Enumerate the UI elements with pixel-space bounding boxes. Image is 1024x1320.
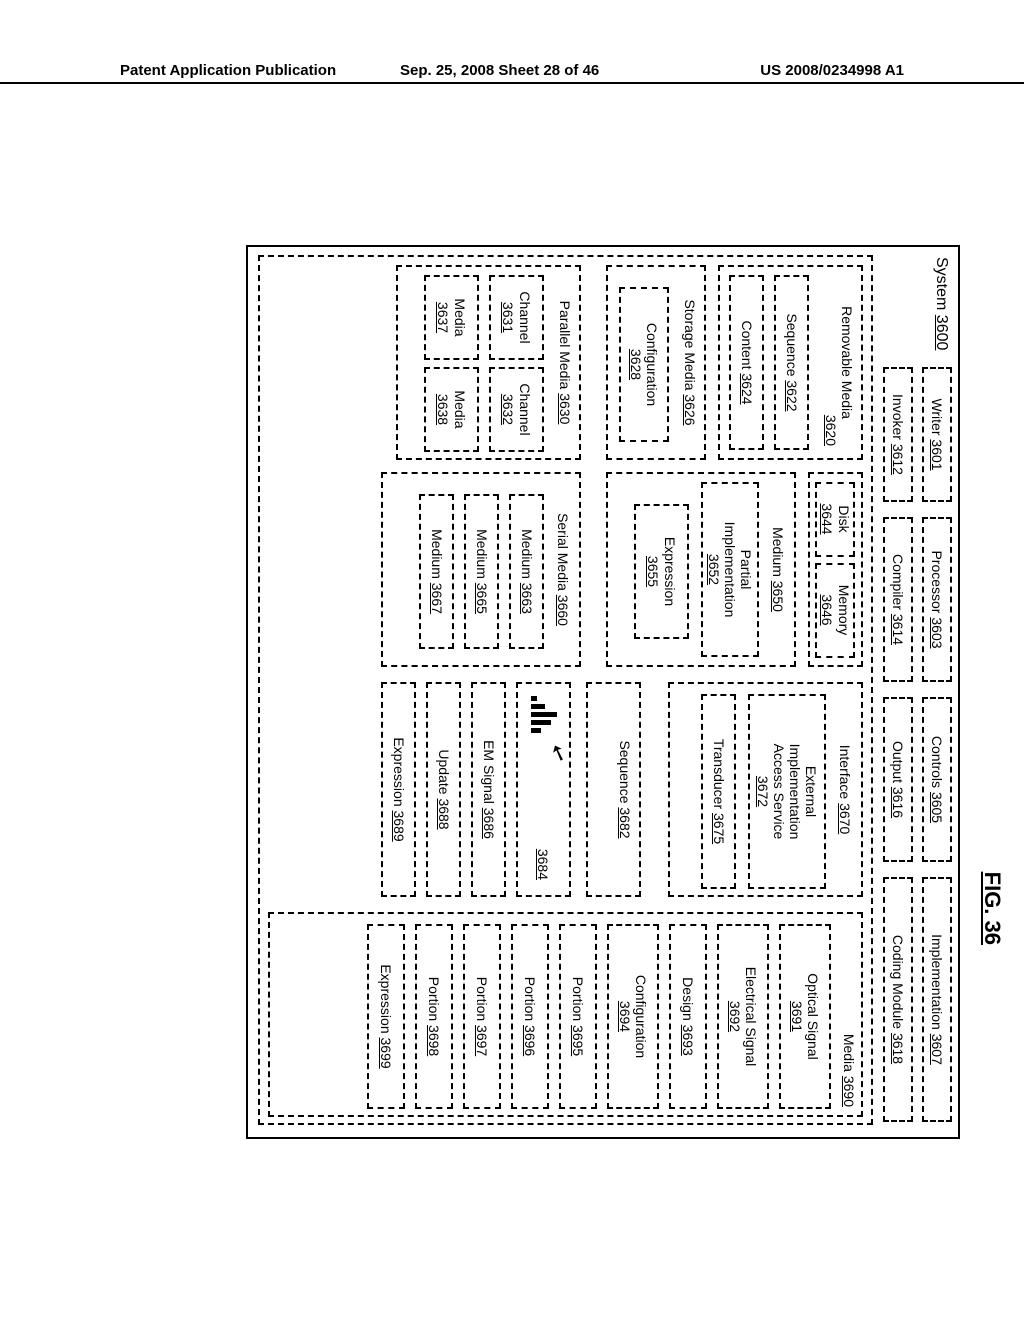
medium-3650-box: Medium 3650 Partial Implementation 3652 … — [606, 472, 796, 667]
implementation-box: Implementation 3607 — [922, 877, 952, 1122]
compiler-box: Compiler 3614 — [883, 517, 913, 682]
disk-memory-box: Disk3644 Memory3646 — [808, 472, 863, 667]
partial-impl-box: Partial Implementation 3652 — [701, 482, 759, 657]
sequence-3682-box: Sequence 3682 — [586, 682, 641, 897]
medium-3667: Medium 3667 — [419, 494, 454, 649]
signal-icon — [531, 694, 561, 739]
processor-box: Processor 3603 — [922, 517, 952, 682]
channel-3632: Channel3632 — [489, 367, 544, 452]
configuration-3694: Configuration3694 — [607, 924, 659, 1109]
media-3690-box: Media 3690 Optical Signal3691 Electrical… — [268, 912, 863, 1117]
electrical-signal-box: Electrical Signal3692 — [717, 924, 769, 1109]
memory-box: Memory3646 — [816, 563, 856, 658]
media-container: Removable Media 3620 Sequence 3622 Conte… — [258, 255, 873, 1125]
header-right: US 2008/0234998 A1 — [760, 62, 904, 79]
design-box: Design 3693 — [669, 924, 707, 1109]
external-access-box: External Implementation Access Service 3… — [748, 694, 826, 889]
signal-3684-box: ➘ 3684 — [516, 682, 571, 897]
media-3637: Media3637 — [424, 275, 479, 360]
invoker-box: Invoker 3612 — [883, 367, 913, 502]
serial-media-box: Serial Media 3660 Medium 3663 Medium 366… — [381, 472, 581, 667]
storage-media-box: Storage Media 3626 Configuration3628 — [606, 265, 706, 460]
output-box: Output 3616 — [883, 697, 913, 862]
portion-3698: Portion 3698 — [415, 924, 453, 1109]
interface-box: Interface 3670 External Implementation A… — [668, 682, 863, 897]
figure-36: FIG. 36 System 3600 Writer 3601 Processo… — [60, 245, 960, 965]
optical-signal-box: Optical Signal3691 — [779, 924, 831, 1109]
content-3624: Content 3624 — [729, 275, 764, 450]
channel-3631: Channel3631 — [489, 275, 544, 360]
transducer-box: Transducer 3675 — [701, 694, 736, 889]
medium-3663: Medium 3663 — [509, 494, 544, 649]
system-title: System 3600 — [932, 257, 950, 350]
medium-3665: Medium 3665 — [464, 494, 499, 649]
coding-module-box: Coding Module 3618 — [883, 877, 913, 1122]
parallel-media-box: Parallel Media 3630 Channel3631 Channel3… — [396, 265, 581, 460]
expression-3655: Expression3655 — [634, 504, 689, 639]
disk-box: Disk3644 — [816, 482, 856, 557]
portion-3695: Portion 3695 — [559, 924, 597, 1109]
page-header: Patent Application Publication Sep. 25, … — [0, 82, 1024, 84]
figure-label: FIG. 36 — [979, 872, 1005, 945]
update-box: Update 3688 — [426, 682, 461, 897]
removable-media-box: Removable Media 3620 Sequence 3622 Conte… — [718, 265, 863, 460]
system-box: System 3600 Writer 3601 Processor 3603 C… — [246, 245, 960, 1139]
header-left: Patent Application Publication — [120, 62, 336, 79]
configuration-3628: Configuration3628 — [619, 287, 669, 442]
portion-3697: Portion 3697 — [463, 924, 501, 1109]
arrow-icon: ➘ — [545, 738, 571, 768]
portion-3696: Portion 3696 — [511, 924, 549, 1109]
expression-3689: Expression 3689 — [381, 682, 416, 897]
expression-3699: Expression 3699 — [367, 924, 405, 1109]
writer-box: Writer 3601 — [922, 367, 952, 502]
controls-box: Controls 3605 — [922, 697, 952, 862]
media-3638: Media3638 — [424, 367, 479, 452]
sequence-3622: Sequence 3622 — [774, 275, 809, 450]
header-middle: Sep. 25, 2008 Sheet 28 of 46 — [400, 62, 599, 79]
em-signal-box: EM Signal 3686 — [471, 682, 506, 897]
